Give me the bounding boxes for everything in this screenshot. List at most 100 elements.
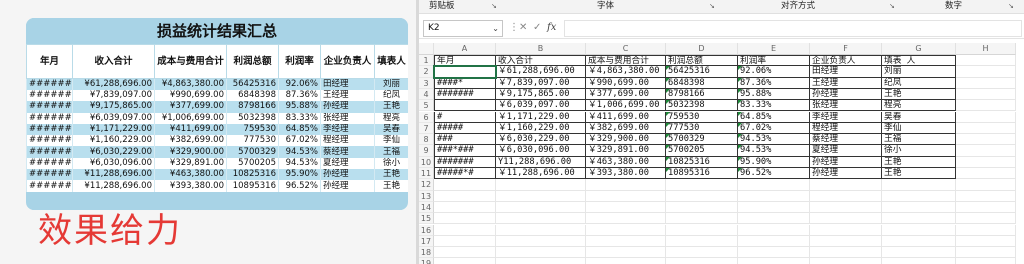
grid-cell[interactable] bbox=[586, 179, 666, 191]
grid-cell[interactable] bbox=[810, 213, 882, 225]
grid-cell[interactable] bbox=[666, 258, 738, 264]
data-cell[interactable]: ￥1,171,229.00 bbox=[496, 111, 586, 123]
grid-cell[interactable] bbox=[738, 258, 810, 264]
data-cell[interactable]: ￥6,039,097.00 bbox=[496, 100, 586, 112]
grid-cell[interactable] bbox=[956, 235, 1016, 248]
data-cell[interactable]: 95.88% bbox=[738, 88, 810, 101]
header-cell[interactable]: 利润总额 bbox=[666, 55, 738, 67]
row-header[interactable]: 6 bbox=[419, 111, 434, 123]
dialog-launcher-icon[interactable]: ↘ bbox=[709, 2, 717, 10]
row-header[interactable]: 3 bbox=[419, 77, 434, 89]
data-cell[interactable]: 67.02% bbox=[738, 122, 810, 135]
grid-cell[interactable] bbox=[956, 168, 1016, 180]
data-cell[interactable]: 吴春 bbox=[882, 111, 956, 123]
grid-cell[interactable] bbox=[496, 190, 586, 202]
grid-cell[interactable] bbox=[882, 213, 956, 225]
grid-cell[interactable] bbox=[956, 213, 1016, 225]
grid-cell[interactable] bbox=[882, 247, 956, 259]
grid-cell[interactable] bbox=[956, 111, 1016, 123]
grid-cell[interactable] bbox=[956, 224, 1016, 236]
data-cell[interactable]: 纪凤 bbox=[882, 77, 956, 89]
grid-cell[interactable] bbox=[956, 201, 1016, 214]
row-header[interactable]: 1 bbox=[419, 55, 434, 67]
data-cell[interactable]: 蔡经理 bbox=[810, 134, 882, 146]
row-header[interactable]: 8 bbox=[419, 134, 434, 146]
data-cell[interactable]: 5700205 bbox=[666, 145, 738, 157]
row-header[interactable]: 19 bbox=[419, 258, 434, 264]
grid-cell[interactable] bbox=[434, 190, 496, 202]
grid-cell[interactable] bbox=[738, 224, 810, 236]
grid-cell[interactable] bbox=[810, 201, 882, 214]
data-cell[interactable]: ￥382,699.00 bbox=[586, 122, 666, 135]
grid-cell[interactable] bbox=[882, 179, 956, 191]
grid-cell[interactable] bbox=[586, 190, 666, 202]
data-cell[interactable]: ￥4,863,380.00 bbox=[586, 66, 666, 78]
data-cell[interactable]: 5700329 bbox=[666, 134, 738, 146]
header-cell[interactable]: 成本与费用合计 bbox=[586, 55, 666, 67]
grid-cell[interactable] bbox=[666, 201, 738, 214]
grid-cell[interactable] bbox=[666, 235, 738, 248]
grid-cell[interactable] bbox=[666, 179, 738, 191]
data-cell[interactable]: 王福 bbox=[882, 134, 956, 146]
row-header[interactable]: 18 bbox=[419, 247, 434, 259]
data-cell[interactable]: 王艳 bbox=[882, 156, 956, 168]
data-cell[interactable]: 孙经理 bbox=[810, 88, 882, 101]
row-header[interactable]: 15 bbox=[419, 213, 434, 225]
data-cell[interactable]: ￥1,160,229.00 bbox=[496, 122, 586, 135]
grid-cell[interactable] bbox=[956, 77, 1016, 89]
data-cell[interactable]: 64.85% bbox=[738, 111, 810, 123]
grid-cell[interactable] bbox=[956, 247, 1016, 259]
column-header[interactable]: C bbox=[586, 43, 666, 55]
data-cell[interactable]: ￥329,891.00 bbox=[586, 145, 666, 157]
grid-cell[interactable] bbox=[738, 179, 810, 191]
data-cell[interactable]: ####### bbox=[434, 156, 496, 168]
data-cell[interactable]: 5032398 bbox=[666, 100, 738, 112]
grid-cell[interactable] bbox=[738, 213, 810, 225]
row-header[interactable]: 16 bbox=[419, 224, 434, 236]
more-options-icon[interactable]: ⋮ bbox=[509, 21, 519, 35]
grid-cell[interactable] bbox=[496, 201, 586, 214]
data-cell[interactable]: 夏经理 bbox=[810, 145, 882, 157]
row-header[interactable]: 11 bbox=[419, 168, 434, 180]
row-header[interactable]: 12 bbox=[419, 179, 434, 191]
grid-cell[interactable] bbox=[882, 235, 956, 248]
grid-cell[interactable] bbox=[496, 247, 586, 259]
data-cell[interactable]: 刘丽 bbox=[882, 66, 956, 78]
column-header[interactable]: E bbox=[738, 43, 810, 55]
grid-cell[interactable] bbox=[496, 179, 586, 191]
data-cell[interactable]: 王艳 bbox=[882, 88, 956, 101]
grid-cell[interactable] bbox=[810, 247, 882, 259]
grid-cell[interactable] bbox=[496, 213, 586, 225]
data-cell[interactable]: 777530 bbox=[666, 122, 738, 135]
data-cell[interactable]: ￥11,288,696.00 bbox=[496, 168, 586, 180]
grid-cell[interactable] bbox=[434, 201, 496, 214]
data-cell[interactable]: ￥411,699.00 bbox=[586, 111, 666, 123]
grid-cell[interactable] bbox=[956, 145, 1016, 157]
grid-cell[interactable] bbox=[810, 224, 882, 236]
select-all-corner[interactable] bbox=[419, 43, 434, 55]
row-header[interactable]: 4 bbox=[419, 88, 434, 101]
grid-cell[interactable] bbox=[882, 201, 956, 214]
header-cell[interactable]: 收入合计 bbox=[496, 55, 586, 67]
data-cell[interactable]: 孙经理 bbox=[810, 156, 882, 168]
data-cell[interactable]: 王艳 bbox=[882, 168, 956, 180]
data-cell[interactable]: ￥6,030,229.00 bbox=[496, 134, 586, 146]
grid-cell[interactable] bbox=[882, 224, 956, 236]
data-cell[interactable]: 徐小 bbox=[882, 145, 956, 157]
data-cell[interactable]: ##### bbox=[434, 122, 496, 135]
cancel-icon[interactable]: ✕ bbox=[519, 21, 527, 35]
grid-cell[interactable] bbox=[810, 190, 882, 202]
grid-cell[interactable] bbox=[738, 235, 810, 248]
grid-cell[interactable] bbox=[882, 258, 956, 264]
insert-function-icon[interactable]: fx bbox=[547, 21, 556, 35]
data-cell[interactable]: 56425316 bbox=[666, 66, 738, 78]
grid-cell[interactable] bbox=[956, 66, 1016, 78]
row-header[interactable]: 13 bbox=[419, 190, 434, 202]
data-cell[interactable]: 10825316 bbox=[666, 156, 738, 168]
name-box[interactable]: K2 ⌄ bbox=[423, 20, 503, 37]
header-cell[interactable]: 填表 人 bbox=[882, 55, 956, 67]
grid-cell[interactable] bbox=[586, 235, 666, 248]
grid-cell[interactable] bbox=[586, 258, 666, 264]
grid-cell[interactable] bbox=[666, 224, 738, 236]
enter-icon[interactable]: ✓ bbox=[533, 21, 541, 35]
